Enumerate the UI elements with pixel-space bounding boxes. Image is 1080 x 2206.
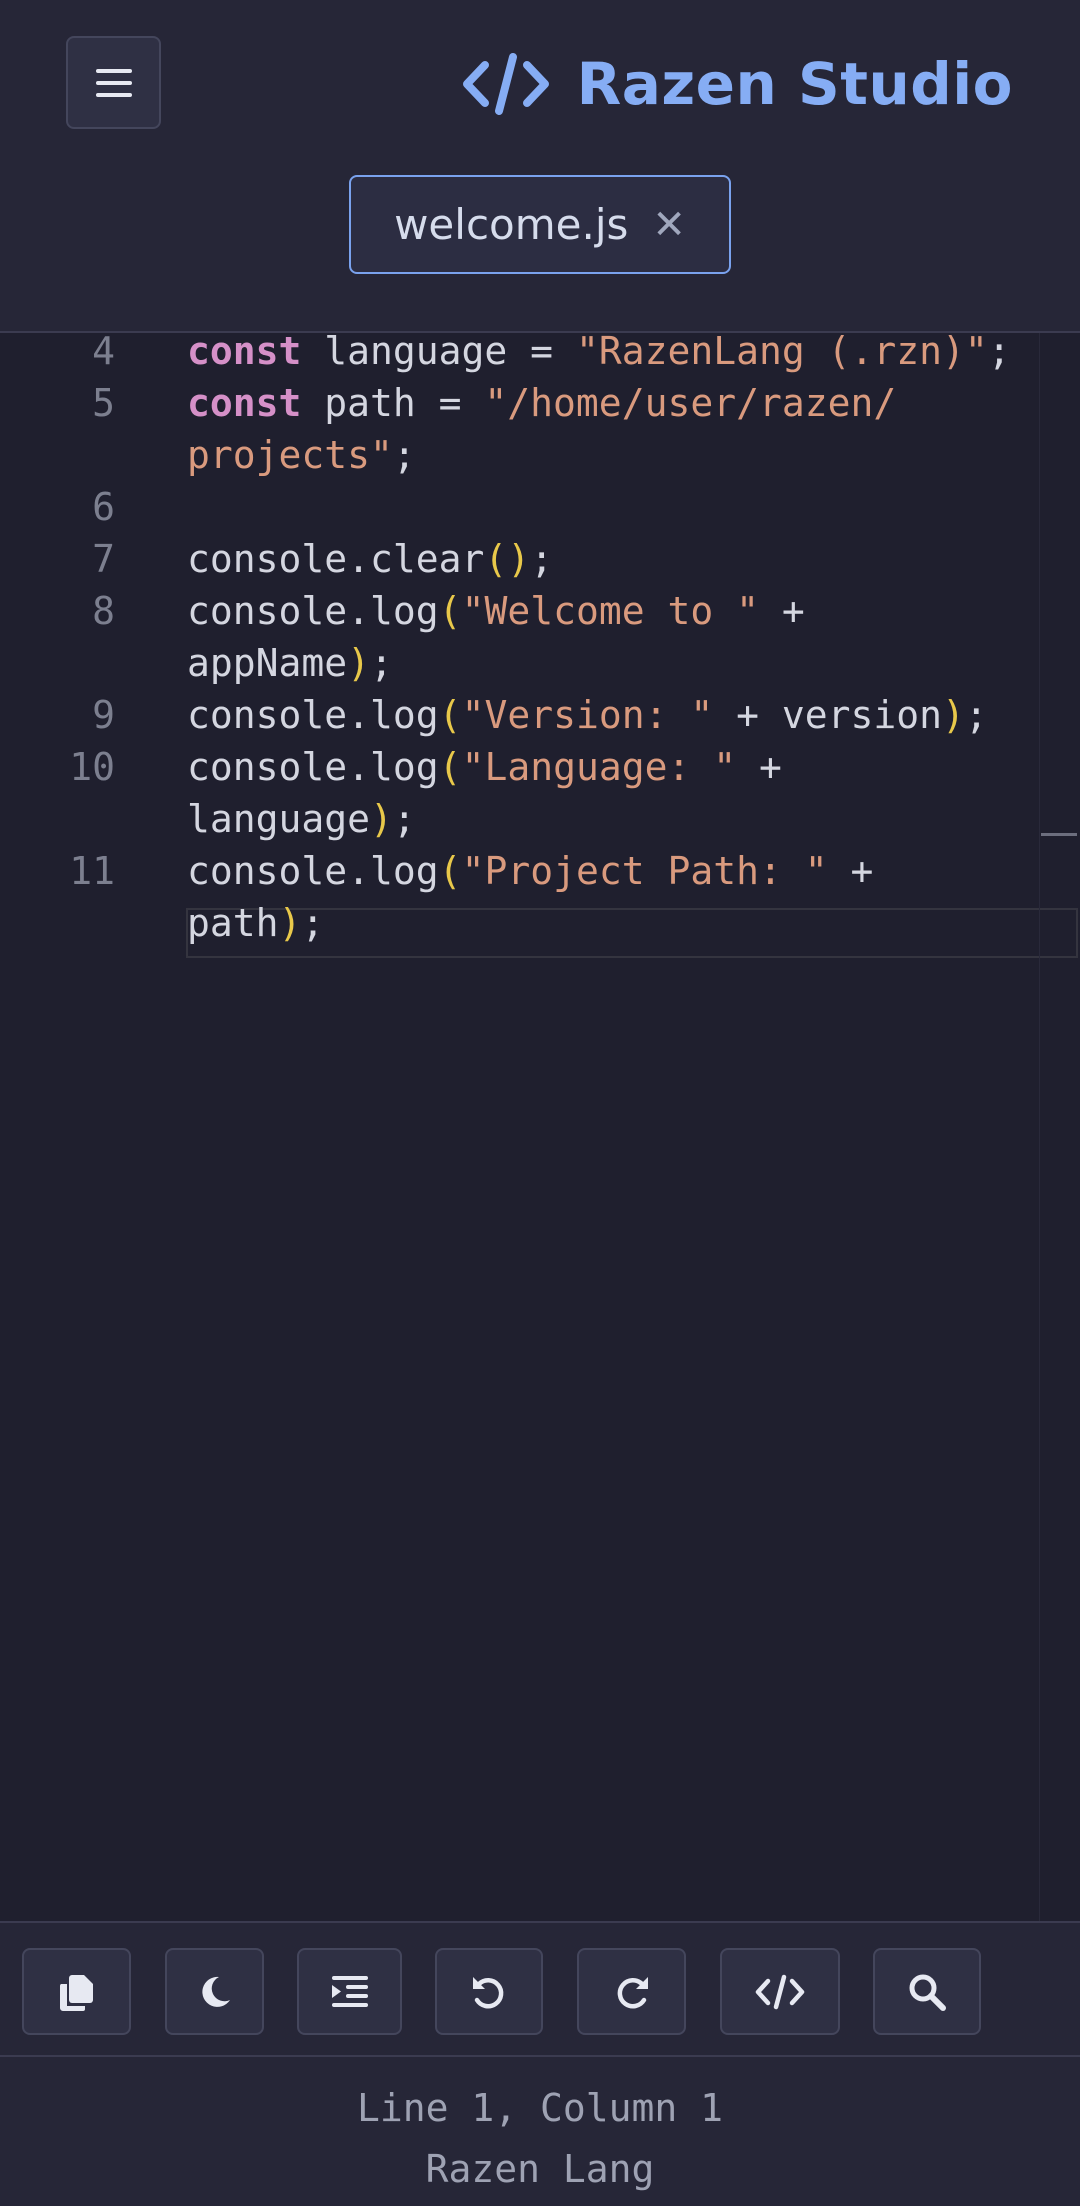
line-number: 8: [92, 589, 115, 633]
code-line: 9 console.log("Version: " + version);: [0, 689, 1080, 741]
code-text: console.log("Project Path: " + path);: [187, 849, 874, 945]
theme-toggle-button[interactable]: [165, 1948, 264, 2035]
code-line: 5 const path = "/home/user/razen/ projec…: [0, 377, 1080, 481]
language-mode: Razen Lang: [425, 2147, 655, 2191]
code-line: 4 const language = "RazenLang (.rzn)";: [0, 333, 1080, 377]
copy-icon: [59, 1974, 93, 2011]
code-line: 11 console.log("Project Path: " + path);: [0, 845, 1080, 949]
code-text: const path = "/home/user/razen/ projects…: [187, 381, 897, 477]
code-text: console.clear();: [187, 537, 554, 581]
moon-icon: [201, 1976, 230, 2007]
search-icon: [909, 1974, 946, 2011]
tab-welcome-js[interactable]: welcome.js ✕: [349, 175, 731, 274]
close-icon[interactable]: ✕: [652, 205, 686, 245]
code-brackets-icon: [462, 53, 549, 115]
app-brand: Razen Studio: [462, 44, 1013, 124]
line-number: 5: [92, 381, 115, 425]
code-line: 8 console.log("Welcome to " + appName);: [0, 585, 1080, 689]
app-title: Razen Studio: [576, 50, 1013, 118]
app-header: Razen Studio welcome.js ✕: [0, 0, 1080, 333]
editor-toolbar: [0, 1921, 1080, 2055]
code-line: 6: [0, 481, 1080, 533]
vertical-scrollbar[interactable]: [1039, 333, 1040, 1921]
code-line: 10 console.log("Language: " + language);: [0, 741, 1080, 845]
line-number: 7: [92, 537, 115, 581]
code-icon: [755, 1974, 805, 2009]
copy-button[interactable]: [22, 1948, 131, 2035]
line-number: 11: [69, 849, 115, 893]
redo-icon: [617, 1976, 648, 2008]
hamburger-icon: [95, 68, 132, 97]
line-number: 6: [92, 485, 115, 529]
search-button[interactable]: [873, 1948, 981, 2035]
menu-button[interactable]: [66, 36, 161, 129]
scrollbar-thumb[interactable]: [1041, 833, 1077, 836]
code-editor[interactable]: 4 const language = "RazenLang (.rzn)"; 5…: [0, 333, 1080, 1921]
line-number: 4: [92, 333, 115, 373]
code-text: console.log("Language: " + language);: [187, 745, 782, 841]
line-number: 9: [92, 693, 115, 737]
code-text: const language = "RazenLang (.rzn)";: [187, 333, 1011, 373]
tab-label: welcome.js: [394, 200, 629, 249]
format-code-button[interactable]: [720, 1948, 840, 2035]
undo-button[interactable]: [435, 1948, 543, 2035]
redo-button[interactable]: [577, 1948, 686, 2035]
code-line: 7 console.clear();: [0, 533, 1080, 585]
status-bar: Line 1, Column 1 Razen Lang: [0, 2055, 1080, 2206]
cursor-position: Line 1, Column 1: [356, 2086, 724, 2130]
code-text: console.log("Welcome to " + appName);: [187, 589, 805, 685]
line-number: 10: [69, 745, 115, 789]
indent-button[interactable]: [297, 1948, 402, 2035]
undo-icon: [473, 1976, 504, 2008]
code-text: console.log("Version: " + version);: [187, 693, 988, 737]
indent-icon: [331, 1975, 368, 2007]
